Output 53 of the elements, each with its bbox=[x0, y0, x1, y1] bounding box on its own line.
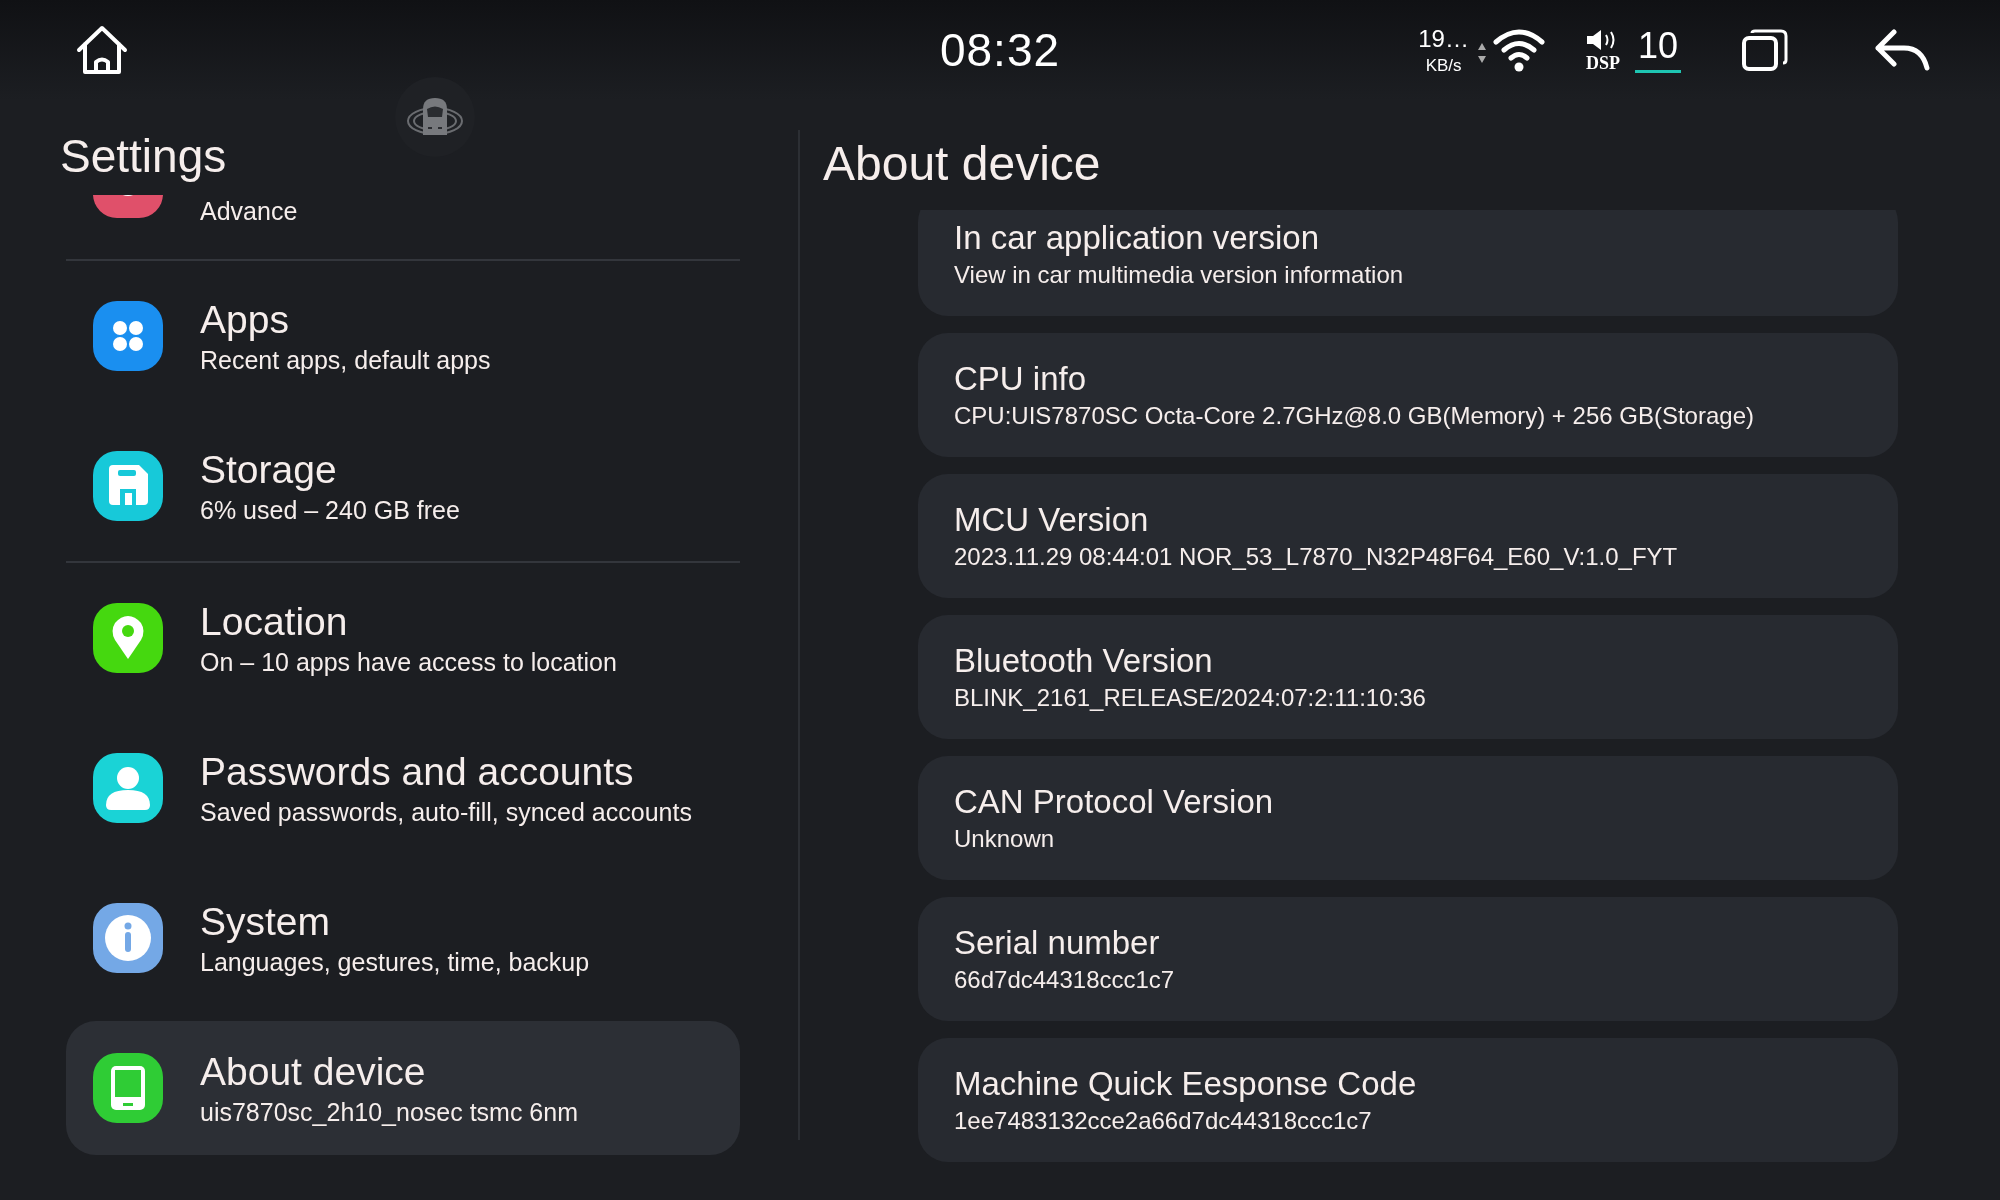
dsp-label: DSP bbox=[1585, 54, 1620, 72]
network-speed-unit: KB/s bbox=[1425, 56, 1462, 74]
home-icon[interactable] bbox=[75, 24, 129, 76]
info-card[interactable]: Bluetooth Version BLINK_2161_RELEASE/2024:07:2:11:10:36 bbox=[918, 615, 1898, 739]
info-value: 2023.11.29 08:44:01 NOR_53_L7870_N32P48F64_E60_V:1.0_FYT bbox=[954, 542, 1679, 572]
menu-item-subtitle: Advance bbox=[200, 196, 298, 227]
info-value: View in car multimedia version information bbox=[954, 260, 1405, 290]
info-title: Bluetooth Version bbox=[954, 641, 1214, 681]
menu-item[interactable]: Advance bbox=[66, 195, 740, 259]
transfer-arrows-icon bbox=[1476, 42, 1487, 64]
info-card[interactable]: MCU Version 2023.11.29 08:44:01 NOR_53_L7870_N32P48F64_E60_V:1.0_FYT bbox=[918, 474, 1898, 598]
info-value: CPU:UIS7870SC Octa-Core 2.7GHz@8.0 GB(Memory) + 256 GB(Storage) bbox=[954, 401, 1755, 431]
back-icon[interactable] bbox=[1874, 29, 1930, 71]
menu-item[interactable]: Passwords and accounts Saved passwords, auto-fill, synced accounts bbox=[66, 713, 740, 863]
info-value: 1ee7483132cce2a66d7dc44318ccc1c7 bbox=[954, 1106, 1373, 1136]
info-card[interactable]: CPU info CPU:UIS7870SC Octa-Core 2.7GHz@8.0 GB(Memory) + 256 GB(Storage) bbox=[918, 333, 1898, 457]
menu-item-subtitle: Languages, gestures, time, backup bbox=[200, 947, 590, 978]
info-title: Machine Quick Eesponse Code bbox=[954, 1064, 1418, 1104]
selected-menu-item[interactable]: About device uis7870sc_2h10_nosec tsmc 6nm bbox=[66, 1021, 740, 1155]
settings-title: Settings bbox=[60, 129, 228, 184]
info-title: In car application version bbox=[954, 218, 1321, 258]
info-card[interactable]: Serial number 66d7dc44318ccc1c7 bbox=[918, 897, 1898, 1021]
clock: 08:32 bbox=[939, 23, 1061, 77]
recent-apps-icon[interactable] bbox=[1741, 28, 1789, 72]
info-title: MCU Version bbox=[954, 500, 1150, 540]
menu-item-subtitle: 6% used – 240 GB free bbox=[200, 495, 460, 526]
info-card[interactable]: Machine Quick Eesponse Code 1ee7483132cce2a66d7dc44318ccc1c7 bbox=[918, 1038, 1898, 1162]
menu-item[interactable]: Location On – 10 apps have access to location bbox=[66, 563, 740, 713]
menu-item-title: Apps bbox=[200, 297, 290, 343]
info-value: Unknown bbox=[954, 824, 1056, 854]
info-title: CAN Protocol Version bbox=[954, 782, 1275, 822]
info-title: Serial number bbox=[954, 923, 1161, 963]
menu-item-subtitle: Saved passwords, auto-fill, synced accounts bbox=[200, 797, 692, 828]
menu-item-subtitle: On – 10 apps have access to location bbox=[200, 647, 617, 678]
info-title: CPU info bbox=[954, 359, 1088, 399]
menu-item-title: Location bbox=[200, 599, 349, 645]
menu-item[interactable]: Storage 6% used – 240 GB free bbox=[66, 411, 740, 561]
menu-item-title: Storage bbox=[200, 447, 338, 493]
page-title: About device bbox=[823, 136, 1102, 192]
menu-item-title: Passwords and accounts bbox=[200, 749, 635, 795]
network-speed: 19… bbox=[1418, 26, 1469, 51]
menu-item[interactable]: System Languages, gestures, time, backup bbox=[66, 863, 740, 1013]
info-value: BLINK_2161_RELEASE/2024:07:2:11:10:36 bbox=[954, 683, 1427, 713]
menu-item-subtitle: uis7870sc_2h10_nosec tsmc 6nm bbox=[200, 1097, 578, 1128]
info-value: 66d7dc44318ccc1c7 bbox=[954, 965, 1176, 995]
menu-item-subtitle: Recent apps, default apps bbox=[200, 345, 491, 376]
wifi-icon bbox=[1492, 28, 1545, 72]
info-card[interactable]: CAN Protocol Version Unknown bbox=[918, 756, 1898, 880]
menu-item[interactable]: Apps Recent apps, default apps bbox=[66, 261, 740, 411]
volume-level[interactable]: 10 bbox=[1634, 27, 1681, 73]
menu-item-title: About device bbox=[200, 1049, 427, 1095]
menu-item-title: System bbox=[200, 899, 332, 945]
info-card[interactable]: In car application version View in car multimedia version information bbox=[918, 210, 1898, 316]
